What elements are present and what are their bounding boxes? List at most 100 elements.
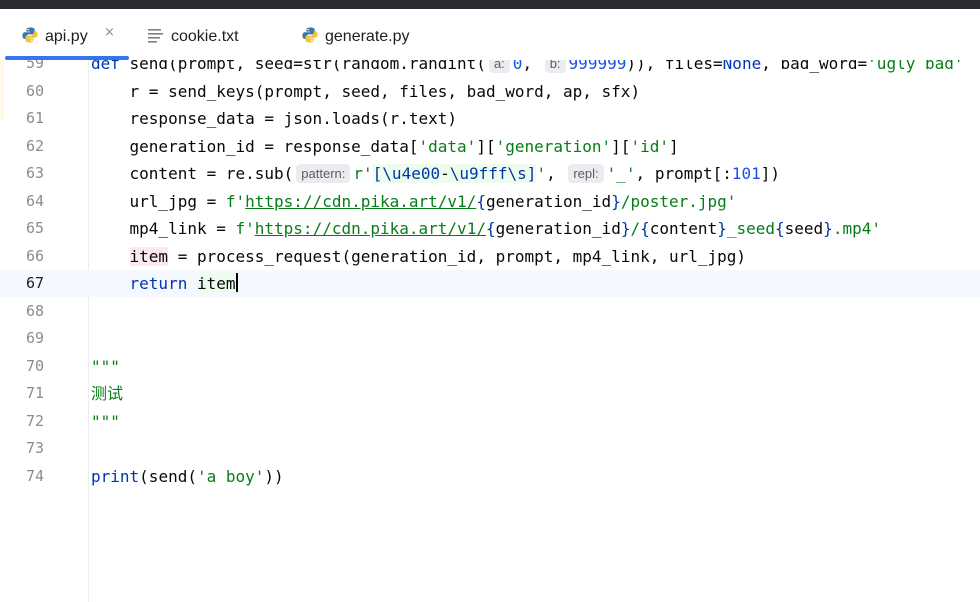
code-text[interactable]: response_data = json.loads(r.text) [91,105,458,132]
code-token: )) [264,466,284,486]
python-icon [301,26,319,49]
code-line[interactable]: 65 mp4_link = f'https://cdn.pika.art/v1/… [0,215,980,242]
line-number: 60 [25,81,44,100]
tab-api-py[interactable]: api.py [21,25,88,49]
code-token: ]) [760,164,781,183]
line-number: 63 [25,164,44,182]
code-token: 'id' [630,136,669,156]
code-token: = process_request(generation_id, prompt,… [168,246,747,266]
python-icon [21,26,39,49]
code-token: } [717,219,727,238]
code-line-current[interactable]: 67 return item [0,270,980,297]
code-token: send(prompt, seed=str(random.randint( [129,60,486,73]
code-token: 测试 [91,384,124,403]
line-number: 61 [25,109,44,127]
code-token: generation_id = response_data[ [91,136,419,156]
code-token: _seed [726,219,775,238]
text-file-icon [147,26,165,49]
code-line[interactable]: 62 generation_id = response_data['data']… [0,133,980,160]
code-token: f' [225,191,246,211]
code-text[interactable]: print(send('a boy')) [91,463,284,490]
code-token: ][ [476,136,496,156]
code-token: r = send_keys(prompt, seed, files, bad_w… [91,81,641,101]
code-token: / [630,219,641,238]
line-number: 73 [25,439,44,457]
code-token: , [546,164,566,183]
code-token: seed [784,219,824,238]
code-token: return [129,274,188,293]
code-line[interactable]: 66 item = process_request(generation_id,… [0,243,980,270]
code-token: /poster.jpg' [620,191,737,211]
code-token: 101 [731,164,761,183]
code-text[interactable]: generation_id = response_data['data']['g… [91,133,679,160]
code-token: 'data' [418,136,477,156]
code-token: \u4e00 [382,164,441,183]
code-token: generation_id [495,219,621,238]
line-number: 65 [25,219,44,237]
code-token: ' [536,164,547,183]
code-text[interactable]: """ [91,408,120,435]
code-token: ][ [611,136,631,156]
code-line[interactable]: 61 response_data = json.loads(r.text) [0,105,980,132]
code-line[interactable]: 59 def send(prompt, seed=str(random.randi… [0,60,980,77]
code-text[interactable]: content = re.sub(pattern: r'[\u4e00-\u9ff… [91,160,780,187]
code-token: , prompt[: [635,164,732,183]
close-icon[interactable]: × [104,25,115,40]
code-token: , bad_word= [761,60,868,73]
code-line[interactable]: 63 content = re.sub(pattern: r'[\u4e00-\u… [0,160,980,187]
code-token: https://cdn.pika.art/v1/ [245,191,477,211]
code-text[interactable]: """ [91,353,120,380]
tab-generate-py[interactable]: generate.py [301,25,410,49]
parameter-hint: b: [544,60,566,73]
code-token: generation_id [485,191,612,211]
code-token: response_data = json.loads(r.text) [91,109,458,128]
code-token: 'ugly bad' [867,60,964,73]
code-token: , [522,60,542,73]
code-line[interactable]: 72 """ [0,408,980,435]
code-line[interactable]: 69 [0,325,980,352]
code-line[interactable]: 74 print(send('a boy')) [0,463,980,490]
parameter-hint: repl: [568,164,604,183]
line-number: 71 [25,384,44,402]
code-token: } [611,191,621,211]
code-line[interactable]: 60 r = send_keys(prompt, seed, files, ba… [0,78,980,105]
code-token: content [649,219,718,238]
code-text[interactable]: url_jpg = f'https://cdn.pika.art/v1/{gen… [91,188,737,215]
code-line[interactable]: 71 测试 [0,380,980,407]
code-line[interactable]: 68 [0,298,980,325]
line-number: 66 [25,246,44,265]
code-token: f' [235,219,255,238]
code-token: 'a boy' [196,466,265,486]
code-text[interactable]: def send(prompt, seed=str(random.randint… [91,60,964,77]
line-number: 70 [25,356,44,375]
line-number: 62 [25,136,44,155]
code-token: 'generation' [495,136,612,156]
code-token: None [722,60,762,73]
code-text[interactable]: return item [91,270,238,297]
code-text[interactable]: r = send_keys(prompt, seed, files, bad_w… [91,78,641,105]
code-line[interactable]: 64 url_jpg = f'https://cdn.pika.art/v1/{… [0,188,980,215]
code-editor[interactable]: 59 def send(prompt, seed=str(random.randi… [0,60,980,602]
code-token: url_jpg = [91,191,226,211]
code-token: content = re.sub( [91,164,294,183]
code-token: \u9fff [449,164,508,183]
code-token: print [91,466,140,486]
code-line[interactable]: 70 """ [0,353,980,380]
code-token: ] [526,164,537,183]
tab-label: generate.py [325,28,410,45]
code-token: 0 [512,60,523,73]
code-token: [ [372,164,383,183]
code-text[interactable]: 测试 [91,380,123,407]
code-line[interactable]: 73 [0,435,980,462]
code-text[interactable]: item = process_request(generation_id, pr… [91,243,746,270]
tab-cookie-txt[interactable]: cookie.txt [147,25,239,49]
editor-tab-bar: api.py × cookie.txt generate.py [0,9,980,60]
code-text[interactable]: mp4_link = f'https://cdn.pika.art/v1/{ge… [91,215,881,242]
line-number: 69 [25,329,44,347]
code-token: { [485,219,496,238]
line-number: 72 [25,411,44,430]
parameter-hint: a: [488,60,510,73]
